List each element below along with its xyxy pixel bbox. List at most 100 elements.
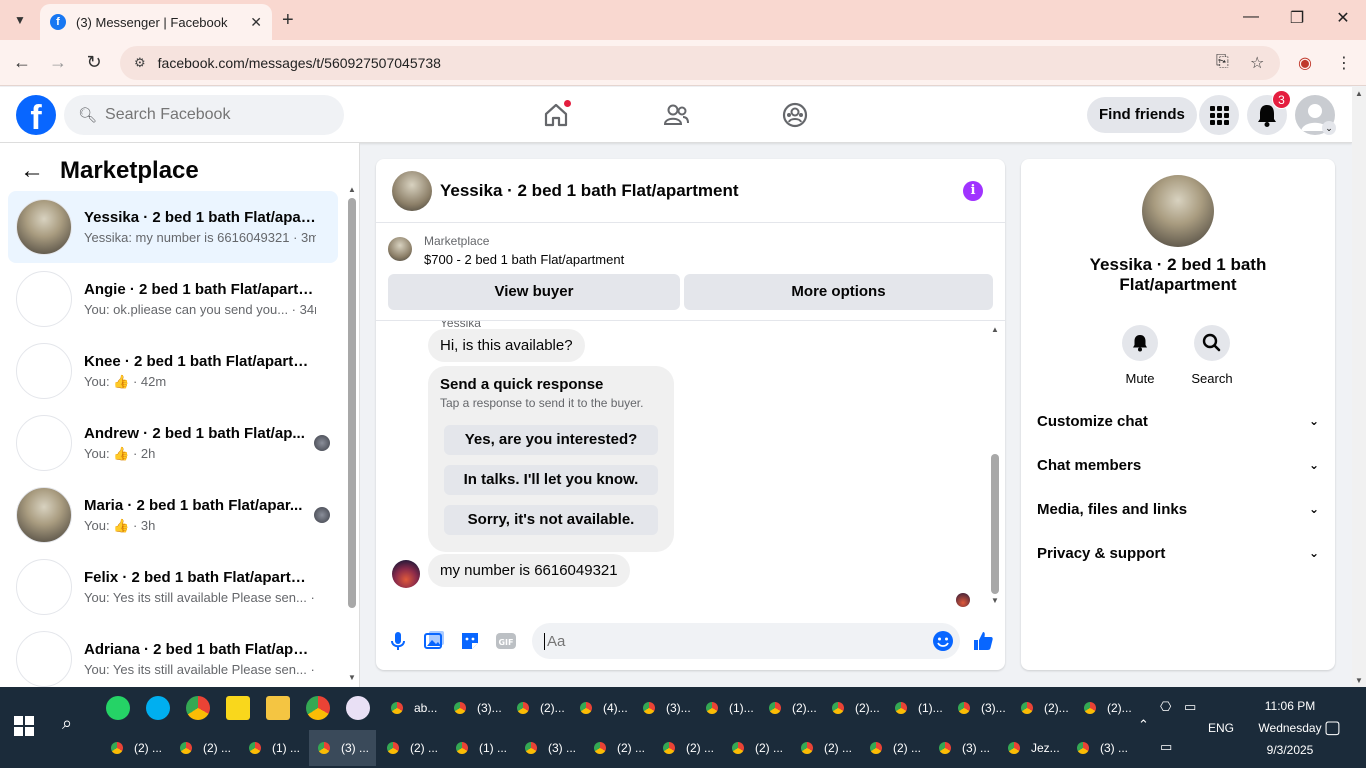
battery-icon[interactable]: ▭	[1160, 739, 1172, 755]
network-icon[interactable]: ▭	[1184, 699, 1196, 715]
sidebar-scrollbar[interactable]	[348, 198, 356, 608]
photo-icon[interactable]	[423, 630, 445, 652]
reload-icon[interactable]: ↻	[82, 52, 106, 73]
message-bubble[interactable]: my number is 6616049321	[428, 554, 630, 587]
taskbar-search-icon[interactable]: ⌕	[62, 713, 72, 734]
chat-members-section[interactable]: Chat members ⌄	[1037, 443, 1319, 487]
taskbar-window-button[interactable]: Jez...	[999, 730, 1066, 766]
page-scroll-up-icon[interactable]: ▲	[1352, 89, 1366, 98]
quick-response-button[interactable]: Sorry, it's not available.	[444, 505, 658, 535]
conversation-item[interactable]: Yessika · 2 bed 1 bath Flat/apart... Yess…	[8, 191, 338, 263]
browser-tab[interactable]: f (3) Messenger | Facebook ✕	[40, 4, 272, 40]
message-bubble[interactable]: Hi, is this available?	[428, 329, 585, 362]
conversation-item[interactable]: Adriana · 2 bed 1 bath Flat/apart... You:…	[8, 623, 338, 687]
taskbar-window-button[interactable]: (3) ...	[309, 730, 376, 766]
chat-scroll-up-icon[interactable]: ▲	[991, 325, 999, 334]
paint-icon[interactable]	[346, 696, 370, 720]
taskbar-window-button[interactable]: (3)...	[445, 690, 506, 726]
message-input[interactable]	[544, 632, 924, 650]
whatsapp-icon[interactable]	[106, 696, 130, 720]
emoji-icon[interactable]	[932, 630, 954, 652]
taskbar-window-button[interactable]: (2) ...	[792, 730, 859, 766]
conversation-item[interactable]: Knee · 2 bed 1 bath Flat/apartm... You: 👍…	[8, 335, 338, 407]
clock-time[interactable]: 11:06 PM	[1252, 699, 1328, 713]
taskbar-window-button[interactable]: (1)...	[697, 690, 758, 726]
taskbar-window-button[interactable]: (1) ...	[240, 730, 307, 766]
message-input-box[interactable]	[532, 623, 960, 659]
skype-icon[interactable]	[146, 696, 170, 720]
back-icon[interactable]: ←	[10, 52, 34, 73]
quick-response-button[interactable]: Yes, are you interested?	[444, 425, 658, 455]
new-tab-icon[interactable]: +	[282, 9, 294, 32]
taskbar-window-button[interactable]: (2) ...	[171, 730, 238, 766]
notification-center-icon[interactable]: ▢	[1324, 717, 1341, 738]
taskbar-window-button[interactable]: (2) ...	[378, 730, 445, 766]
gif-icon[interactable]: GIF	[495, 630, 517, 652]
bell-icon[interactable]	[1122, 325, 1158, 361]
browser-menu-icon[interactable]: ⋮	[1336, 53, 1352, 73]
find-friends-button[interactable]: Find friends	[1087, 97, 1197, 133]
listing-thumbnail[interactable]	[388, 237, 412, 261]
profile-icon[interactable]: ◉	[1298, 53, 1312, 73]
contact-avatar[interactable]	[1142, 175, 1214, 247]
forward-icon[interactable]: →	[46, 52, 70, 73]
taskbar-window-button[interactable]: (2) ...	[102, 730, 169, 766]
taskbar-window-button[interactable]: (2)...	[1012, 690, 1073, 726]
site-info-icon[interactable]: ⚙	[134, 55, 146, 71]
install-app-icon[interactable]: ⎘	[1216, 53, 1229, 71]
quick-response-button[interactable]: In talks. I'll let you know.	[444, 465, 658, 495]
taskbar-window-button[interactable]: (2) ...	[654, 730, 721, 766]
menu-button[interactable]	[1199, 95, 1239, 135]
microphone-icon[interactable]	[387, 630, 409, 652]
url-field[interactable]: ⚙ facebook.com/messages/t/56092750704573…	[120, 46, 1280, 80]
show-hidden-icons[interactable]: ⌃	[1138, 717, 1149, 733]
search-box[interactable]: 🔍︎	[64, 95, 344, 135]
scroll-up-icon[interactable]: ▲	[348, 185, 356, 194]
sticky-notes-icon[interactable]	[226, 696, 250, 720]
groups-icon[interactable]	[781, 101, 809, 129]
clock-day[interactable]: Wednesday	[1244, 721, 1336, 735]
taskbar-window-button[interactable]: (3)...	[634, 690, 695, 726]
close-tab-icon[interactable]: ✕	[250, 14, 262, 31]
conversation-item[interactable]: Maria · 2 bed 1 bath Flat/apar... You: 👍 …	[8, 479, 338, 551]
conversation-item[interactable]: Angie · 2 bed 1 bath Flat/apartm... You: …	[8, 263, 338, 335]
taskbar-window-button[interactable]: (2)...	[508, 690, 569, 726]
taskbar-window-button[interactable]: (2) ...	[585, 730, 652, 766]
taskbar-window-button[interactable]: (1) ...	[447, 730, 514, 766]
search-action[interactable]: Search	[1182, 325, 1242, 386]
taskbar-window-button[interactable]: (3)...	[949, 690, 1010, 726]
sender-avatar[interactable]	[392, 560, 420, 588]
taskbar-window-button[interactable]: (3) ...	[930, 730, 997, 766]
taskbar-window-button[interactable]: (4)...	[571, 690, 632, 726]
chat-scrollbar[interactable]	[991, 454, 999, 594]
chat-scroll-down-icon[interactable]: ▼	[991, 596, 999, 605]
taskbar-window-button[interactable]: (2) ...	[723, 730, 790, 766]
search-input[interactable]	[105, 106, 326, 124]
taskbar-window-button[interactable]: (3) ...	[516, 730, 583, 766]
page-scroll-down-icon[interactable]: ▼	[1352, 676, 1366, 685]
taskbar-window-button[interactable]: (1)...	[886, 690, 947, 726]
media-files-links-section[interactable]: Media, files and links ⌄	[1037, 487, 1319, 531]
mute-action[interactable]: Mute	[1110, 325, 1170, 386]
restore-icon[interactable]: ❐	[1274, 8, 1320, 28]
back-arrow-icon[interactable]: ←	[20, 157, 44, 185]
chat-avatar[interactable]	[392, 170, 432, 211]
account-chevron-icon[interactable]: ⌄	[1322, 121, 1336, 135]
page-scrollbar[interactable]: ▲ ▼	[1352, 87, 1366, 687]
bookmark-star-icon[interactable]: ☆	[1250, 53, 1264, 73]
conversation-item[interactable]: Andrew · 2 bed 1 bath Flat/ap... You: 👍 ·…	[8, 407, 338, 479]
taskbar-window-button[interactable]: (2)...	[1075, 690, 1136, 726]
search-icon[interactable]	[1194, 325, 1230, 361]
taskbar-window-button[interactable]: (3) ...	[1068, 730, 1135, 766]
taskbar-window-button[interactable]: (2) ...	[861, 730, 928, 766]
more-options-button[interactable]: More options	[684, 274, 993, 310]
friends-icon[interactable]	[662, 101, 690, 129]
minimize-icon[interactable]: —	[1228, 8, 1274, 26]
customize-chat-section[interactable]: Customize chat ⌄	[1037, 399, 1319, 443]
clock-date[interactable]: 9/3/2025	[1252, 743, 1328, 757]
listing-price-title[interactable]: $700 - 2 bed 1 bath Flat/apartment	[424, 252, 624, 267]
chat-title[interactable]: Yessika · 2 bed 1 bath Flat/apartment	[440, 181, 739, 201]
thumbs-up-icon[interactable]	[972, 630, 994, 652]
taskbar-window-button[interactable]: (2)...	[823, 690, 884, 726]
info-icon[interactable]: i	[963, 181, 983, 201]
